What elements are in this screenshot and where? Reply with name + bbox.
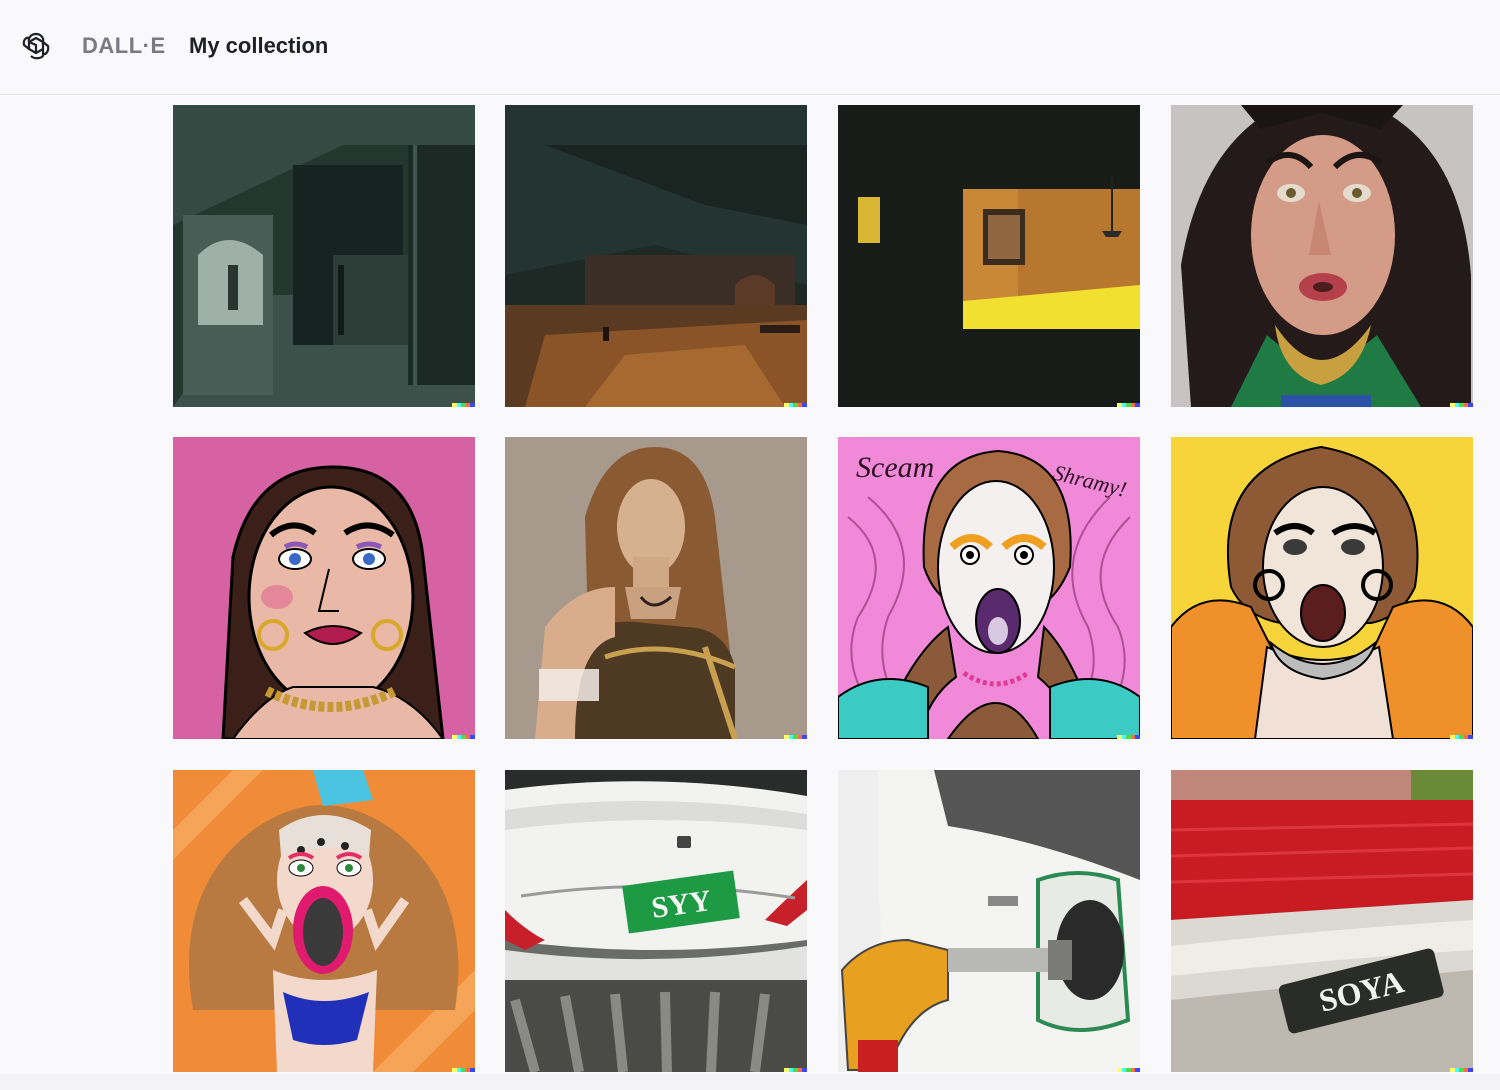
cartoon-drag-queen-image (173, 437, 475, 739)
top-bar: DALL·E My collection (0, 0, 1500, 95)
collection-image-tile[interactable] (505, 437, 807, 739)
dalle-signature-icon (1450, 403, 1473, 407)
dalle-signature-icon (1117, 1068, 1140, 1072)
car-refuelling-image (838, 770, 1140, 1072)
collection-image-tile[interactable] (505, 105, 807, 407)
collection-image-tile[interactable] (838, 770, 1140, 1072)
collection-image-tile[interactable]: SOYA (1171, 770, 1473, 1072)
screaming-drag-yellow-drawing-image (1171, 437, 1473, 739)
dalle-signature-icon (1450, 735, 1473, 739)
collection-image-tile[interactable]: SYY (505, 770, 807, 1072)
dalle-signature-icon (452, 735, 475, 739)
collection-image-tile[interactable] (173, 437, 475, 739)
collection-image-tile[interactable] (173, 770, 475, 1072)
dalle-signature-icon (784, 403, 807, 407)
screaming-drag-pink-drawing-image: Sceam Shramy! (838, 437, 1140, 739)
dalle-signature-icon (452, 1068, 475, 1072)
screaming-drag-collage-image (173, 770, 475, 1072)
drag-portrait-brown-wig-image (505, 437, 807, 739)
dalle-signature-icon (452, 403, 475, 407)
dalle-signature-icon (1117, 735, 1140, 739)
dark-wooden-hall-image (505, 105, 807, 407)
collection-image-tile[interactable] (1171, 437, 1473, 739)
dalle-signature-icon (784, 1068, 807, 1072)
svg-text:Sceam: Sceam (856, 451, 934, 484)
brand-link[interactable]: DALL·E (82, 33, 166, 59)
collection-image-tile[interactable] (838, 105, 1140, 407)
car-tail-light-badge-image: SOYA (1171, 770, 1473, 1072)
drag-queen-photo-image (1171, 105, 1473, 407)
collection-image-tile[interactable] (1171, 105, 1473, 407)
collection-image-tile[interactable] (173, 105, 475, 407)
bottom-fade (0, 1074, 1500, 1090)
dark-teal-interior-image (173, 105, 475, 407)
page-title: My collection (189, 33, 329, 58)
dalle-signature-icon (1450, 1068, 1473, 1072)
collection-image-tile[interactable]: Sceam Shramy! (838, 437, 1140, 739)
dark-room-yellow-window-image (838, 105, 1140, 407)
dalle-signature-icon (1117, 403, 1140, 407)
white-car-green-plate-image: SYY (505, 770, 807, 1072)
dalle-signature-icon (784, 735, 807, 739)
openai-logo-icon[interactable] (20, 30, 52, 62)
